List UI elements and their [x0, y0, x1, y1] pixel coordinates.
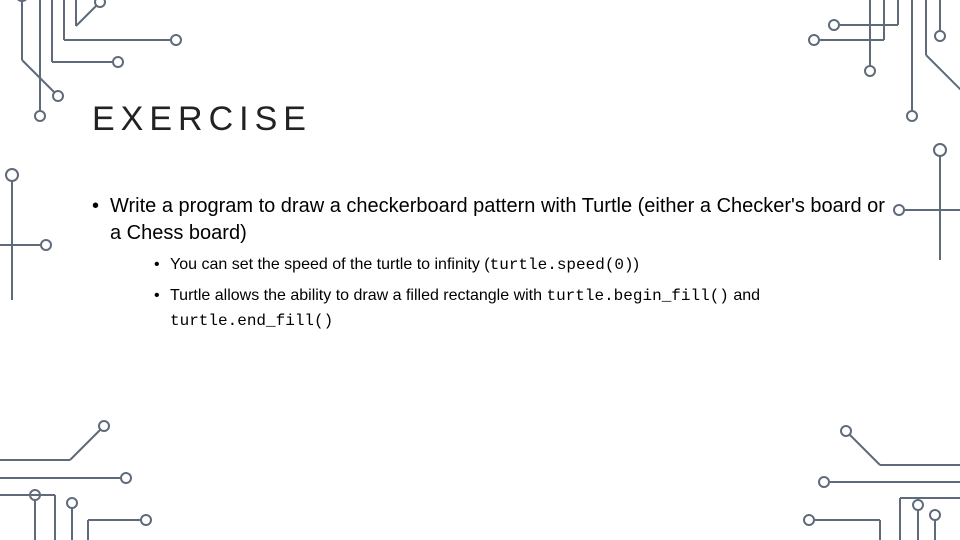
sub-bullet-text: You can set the speed of the turtle to i…	[170, 256, 490, 273]
sub-bullet-text: )	[634, 256, 639, 273]
bullet-item: Write a program to draw a checkerboard p…	[92, 193, 892, 333]
sub-bullet-text: Turtle allows the ability to draw a fill…	[170, 287, 546, 304]
slide: EXERCISE Write a program to draw a check…	[0, 0, 960, 540]
code-snippet: turtle.speed(0)	[490, 256, 634, 274]
bullet-text: Write a program to draw a checkerboard p…	[110, 195, 885, 244]
code-snippet: turtle.end_fill()	[170, 312, 333, 330]
sub-bullet-text: and	[729, 287, 760, 304]
sub-bullet-item: Turtle allows the ability to draw a fill…	[154, 284, 892, 334]
code-snippet: turtle.begin_fill()	[546, 287, 728, 305]
bullet-list-level1: Write a program to draw a checkerboard p…	[92, 193, 892, 333]
sub-bullet-item: You can set the speed of the turtle to i…	[154, 253, 892, 278]
bullet-list-level2: You can set the speed of the turtle to i…	[154, 253, 892, 333]
slide-content: EXERCISE Write a program to draw a check…	[92, 100, 892, 341]
slide-title: EXERCISE	[92, 100, 892, 139]
